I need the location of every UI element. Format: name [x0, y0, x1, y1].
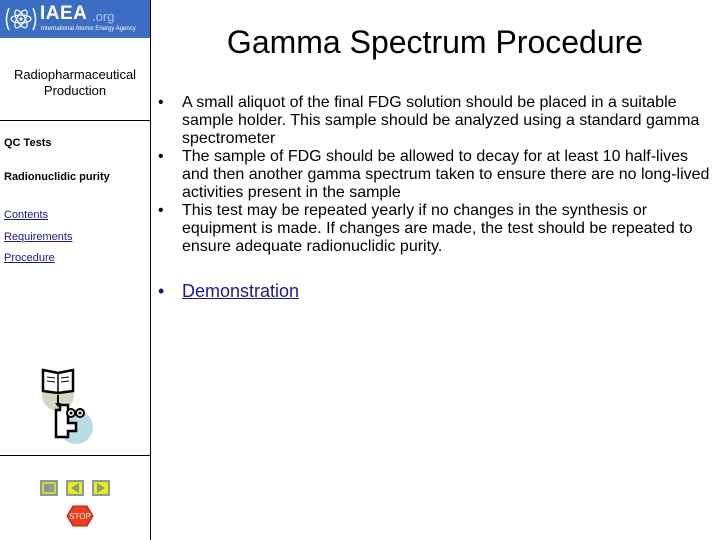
next-button[interactable] — [92, 480, 110, 496]
page-title: Gamma Spectrum Procedure — [226, 24, 644, 60]
demonstration-link[interactable]: Demonstration — [182, 281, 299, 302]
bullet-item: • This test may be repeated yearly if no… — [158, 202, 718, 256]
forward-arrow-icon — [94, 482, 108, 494]
bullet-marker: • — [158, 202, 164, 219]
previous-button[interactable] — [66, 480, 84, 496]
sidebar-divider-bottom — [0, 455, 150, 456]
home-button[interactable] — [40, 480, 58, 496]
home-icon — [42, 482, 56, 494]
bullet-item: • A small aliquot of the final FDG solut… — [158, 94, 718, 148]
stop-sign-icon: STOP — [66, 505, 94, 527]
logo-agency: International Atomic Energy Agency — [41, 26, 136, 32]
logo-suffix: .org — [92, 9, 115, 24]
book-reader-icon — [41, 368, 93, 444]
bullet-marker: • — [158, 148, 164, 165]
bullet-text: The sample of FDG should be allowed to d… — [182, 148, 710, 201]
section-label: QC Tests — [4, 137, 52, 149]
logo-name: IAEA — [40, 3, 88, 24]
iaea-logo: IAEA .org International Atomic Energy Ag… — [0, 0, 150, 38]
bullet-item: • The sample of FDG should be allowed to… — [158, 148, 718, 202]
bullet-text: This test may be repeated yearly if no c… — [182, 202, 693, 255]
sidebar-title: Radiopharmaceutical Production — [0, 67, 150, 99]
stop-button[interactable]: STOP — [66, 505, 94, 532]
bullet-marker: • — [158, 94, 164, 111]
stop-label: STOP — [69, 512, 91, 521]
link-requirements[interactable]: Requirements — [4, 231, 72, 243]
sidebar-title-line2: Production — [43, 83, 107, 98]
sidebar-divider-top — [0, 120, 150, 121]
bullet-list: • A small aliquot of the final FDG solut… — [158, 94, 718, 256]
back-arrow-icon — [68, 482, 82, 494]
vertical-divider — [150, 0, 151, 540]
bullet-marker: • — [158, 281, 165, 301]
bullet-text: A small aliquot of the final FDG solutio… — [182, 94, 700, 147]
sidebar-title-line1: Radiopharmaceutical — [13, 67, 137, 82]
atom-laurel-icon — [5, 7, 37, 31]
subsection-label: Radionuclidic purity — [4, 171, 110, 183]
link-contents[interactable]: Contents — [4, 209, 48, 221]
link-procedure[interactable]: Procedure — [4, 252, 55, 264]
